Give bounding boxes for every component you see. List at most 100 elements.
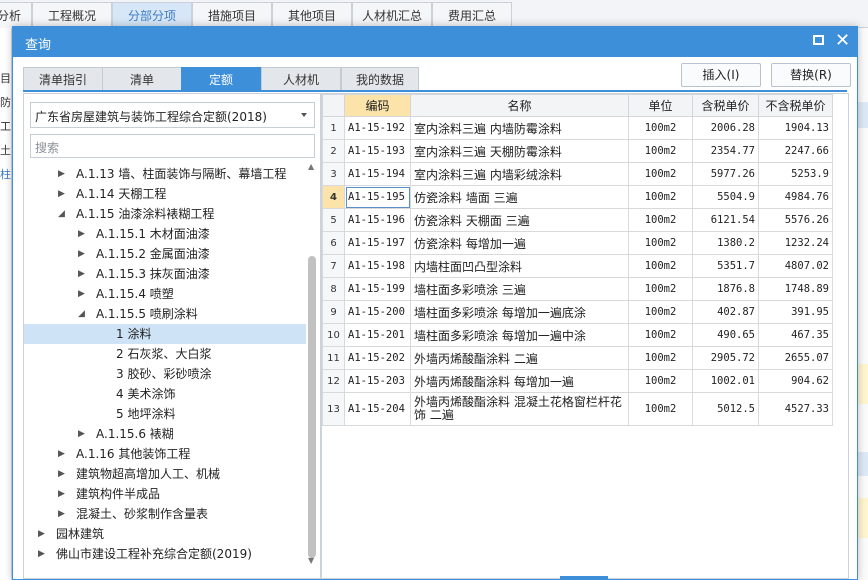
cell-name[interactable]: 墙柱面多彩喷涂 每增加一遍底涂 xyxy=(410,300,629,324)
expand-arrow-icon[interactable]: ▶ xyxy=(58,164,65,184)
cell-name[interactable]: 外墙丙烯酸酯涂料 二遍 xyxy=(410,346,629,370)
tree-node[interactable]: 4 美术涂饰 xyxy=(24,384,306,404)
expand-arrow-icon[interactable]: ▶ xyxy=(78,424,85,444)
tab-resources[interactable]: 人材机 xyxy=(261,67,341,91)
row-number[interactable]: 3 xyxy=(322,162,345,186)
tree-node[interactable]: 3 胶砂、彩砂喷涂 xyxy=(24,364,306,384)
cell-unit[interactable]: 100m2 xyxy=(628,254,693,278)
cell-code[interactable]: A1-15-193 xyxy=(344,139,411,163)
cell-unit[interactable]: 100m2 xyxy=(628,116,693,140)
tree-node[interactable]: ▶ 混凝土、砂浆制作含量表 xyxy=(24,504,306,524)
resize-handle[interactable] xyxy=(560,576,608,580)
expand-arrow-icon[interactable]: ▶ xyxy=(78,224,85,244)
tab-bill-guide[interactable]: 清单指引 xyxy=(23,67,103,91)
cell-notax-price[interactable]: 2655.07 xyxy=(758,346,833,370)
table-row[interactable]: 12 A1-15-203 外墙丙烯酸酯涂料 每增加一遍 100m2 1002.01 904… xyxy=(322,369,833,393)
tree-node[interactable]: ▶ A.1.14 天棚工程 xyxy=(24,184,306,204)
cell-code[interactable]: A1-15-194 xyxy=(344,162,411,186)
bg-tab-project-overview[interactable]: 工程概况 xyxy=(32,2,112,28)
row-number[interactable]: 13 xyxy=(322,392,345,426)
expand-arrow-icon[interactable]: ▶ xyxy=(38,524,45,544)
cell-code[interactable]: A1-15-201 xyxy=(344,323,411,347)
cell-tax-price[interactable]: 2354.77 xyxy=(692,139,759,163)
tab-bill[interactable]: 清单 xyxy=(102,67,182,91)
close-icon[interactable]: ✕ xyxy=(835,30,850,52)
cell-notax-price[interactable]: 904.62 xyxy=(758,369,833,393)
expand-arrow-icon[interactable]: ▶ xyxy=(58,504,65,524)
expand-arrow-icon[interactable]: ▶ xyxy=(58,484,65,504)
cell-code[interactable]: A1-15-202 xyxy=(344,346,411,370)
cell-name[interactable]: 仿瓷涂料 墙面 三遍 xyxy=(410,185,629,209)
tree-node[interactable]: ▶ A.1.15.1 木材面油漆 xyxy=(24,224,306,244)
table-row[interactable]: 4 A1-15-195 仿瓷涂料 墙面 三遍 100m2 5504.9 4984.76 xyxy=(322,185,833,209)
cell-name[interactable]: 仿瓷涂料 每增加一遍 xyxy=(410,231,629,255)
table-row[interactable]: 5 A1-15-196 仿瓷涂料 天棚面 三遍 100m2 6121.54 5576.26 xyxy=(322,208,833,232)
bg-tab-analysis[interactable]: 分析 xyxy=(0,2,32,28)
cell-code[interactable]: A1-15-196 xyxy=(344,208,411,232)
dialog-title-bar[interactable]: 查询 ✕ xyxy=(13,27,857,57)
cell-name[interactable]: 室内涂料三遍 内墙防霉涂料 xyxy=(410,116,629,140)
cell-notax-price[interactable]: 5576.26 xyxy=(758,208,833,232)
replace-button[interactable]: 替换(R) xyxy=(771,63,851,87)
cell-notax-price[interactable]: 1748.89 xyxy=(758,277,833,301)
chevron-down-icon[interactable] xyxy=(301,113,307,117)
cell-notax-price[interactable]: 4527.33 xyxy=(758,392,833,426)
bg-tab-division-items[interactable]: 分部分项 xyxy=(112,2,192,28)
cell-code[interactable]: A1-15-199 xyxy=(344,277,411,301)
tree-node[interactable]: ◢ A.1.15 油漆涂料裱糊工程 xyxy=(24,204,306,224)
cell-code[interactable]: A1-15-197 xyxy=(344,231,411,255)
tab-quota[interactable]: 定额 xyxy=(181,67,261,91)
header-tax-price[interactable]: 含税单价 xyxy=(692,94,759,117)
cell-notax-price[interactable]: 467.35 xyxy=(758,323,833,347)
header-unit[interactable]: 单位 xyxy=(628,94,693,117)
table-row[interactable]: 8 A1-15-199 墙柱面多彩喷涂 三遍 100m2 1876.8 1748.89 xyxy=(322,277,833,301)
collapse-arrow-icon[interactable]: ◢ xyxy=(78,304,85,324)
row-number[interactable]: 4 xyxy=(322,185,345,209)
cell-unit[interactable]: 100m2 xyxy=(628,323,693,347)
tree-node[interactable]: 5 地坪涂料 xyxy=(24,404,306,424)
expand-arrow-icon[interactable]: ▶ xyxy=(78,284,85,304)
cell-tax-price[interactable]: 6121.54 xyxy=(692,208,759,232)
cell-code[interactable]: A1-15-192 xyxy=(344,116,411,140)
cell-notax-price[interactable]: 2247.66 xyxy=(758,139,833,163)
tree-node[interactable]: ▶ A.1.16 其他装饰工程 xyxy=(24,444,306,464)
table-row[interactable]: 2 A1-15-193 室内涂料三遍 天棚防霉涂料 100m2 2354.77 2247.… xyxy=(322,139,833,163)
cell-unit[interactable]: 100m2 xyxy=(628,231,693,255)
tree-node[interactable]: ▶ 建筑物超高增加人工、机械 xyxy=(24,464,306,484)
cell-tax-price[interactable]: 2905.72 xyxy=(692,346,759,370)
row-number[interactable]: 1 xyxy=(322,116,345,140)
expand-arrow-icon[interactable]: ▶ xyxy=(78,244,85,264)
table-row[interactable]: 7 A1-15-198 内墙柱面凹凸型涂料 100m2 5351.7 4807.02 xyxy=(322,254,833,278)
scroll-down-icon[interactable]: ▼ xyxy=(308,556,314,565)
table-row[interactable]: 6 A1-15-197 仿瓷涂料 每增加一遍 100m2 1380.2 1232.24 xyxy=(322,231,833,255)
cell-tax-price[interactable]: 1002.01 xyxy=(692,369,759,393)
scrollbar-thumb[interactable] xyxy=(308,256,316,558)
quota-library-select[interactable]: 广东省房屋建筑与装饰工程综合定额(2018) xyxy=(30,102,315,128)
expand-arrow-icon[interactable]: ▶ xyxy=(38,544,45,564)
cell-notax-price[interactable]: 391.95 xyxy=(758,300,833,324)
tab-my-data[interactable]: 我的数据 xyxy=(341,67,419,91)
cell-name[interactable]: 室内涂料三遍 天棚防霉涂料 xyxy=(410,139,629,163)
cell-code[interactable]: A1-15-203 xyxy=(344,369,411,393)
cell-name[interactable]: 墙柱面多彩喷涂 每增加一遍中涂 xyxy=(410,323,629,347)
table-row[interactable]: 3 A1-15-194 室内涂料三遍 内墙彩绒涂料 100m2 5977.26 5253.… xyxy=(322,162,833,186)
row-number[interactable]: 8 xyxy=(322,277,345,301)
expand-arrow-icon[interactable]: ▶ xyxy=(58,444,65,464)
cell-tax-price[interactable]: 5012.5 xyxy=(692,392,759,426)
cell-notax-price[interactable]: 5253.9 xyxy=(758,162,833,186)
insert-button[interactable]: 插入(I) xyxy=(681,63,761,87)
cell-name[interactable]: 室内涂料三遍 内墙彩绒涂料 xyxy=(410,162,629,186)
tree-node[interactable]: 1 涂料 xyxy=(24,324,306,344)
tree-node[interactable]: ▶ A.1.13 墙、柱面装饰与隔断、幕墙工程 xyxy=(24,164,306,184)
search-input[interactable]: 搜索 xyxy=(30,134,315,158)
cell-tax-price[interactable]: 5977.26 xyxy=(692,162,759,186)
cell-code[interactable]: A1-15-200 xyxy=(344,300,411,324)
cell-name[interactable]: 墙柱面多彩喷涂 三遍 xyxy=(410,277,629,301)
cell-unit[interactable]: 100m2 xyxy=(628,369,693,393)
table-row[interactable]: 9 A1-15-200 墙柱面多彩喷涂 每增加一遍底涂 100m2 402.87 391.… xyxy=(322,300,833,324)
row-number[interactable]: 5 xyxy=(322,208,345,232)
cell-unit[interactable]: 100m2 xyxy=(628,162,693,186)
cell-name[interactable]: 外墙丙烯酸酯涂料 每增加一遍 xyxy=(410,369,629,393)
cell-name[interactable]: 仿瓷涂料 天棚面 三遍 xyxy=(410,208,629,232)
scroll-up-icon[interactable]: ▲ xyxy=(308,162,314,171)
